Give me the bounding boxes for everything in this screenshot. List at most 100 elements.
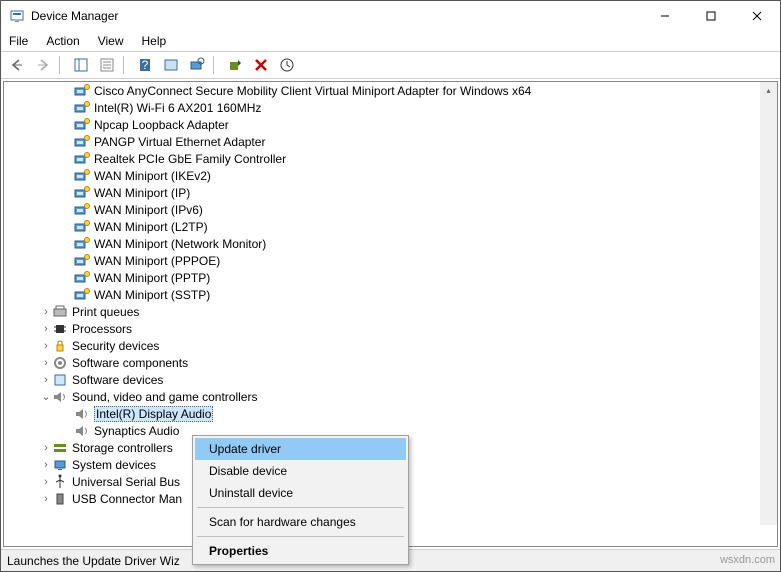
category-sound-video-game[interactable]: ⌄ Sound, video and game controllers (4, 388, 777, 405)
category-security-devices[interactable]: ›Security devices (4, 337, 777, 354)
ctx-disable-device[interactable]: Disable device (195, 460, 406, 482)
device-item[interactable]: Intel(R) Wi-Fi 6 AX201 160MHz (4, 99, 777, 116)
add-legacy-button[interactable] (223, 53, 247, 77)
close-button[interactable] (734, 1, 780, 31)
category-label: Universal Serial Bus (72, 475, 180, 489)
category-processors[interactable]: ›Processors (4, 320, 777, 337)
menu-file[interactable]: File (7, 34, 30, 48)
category-icon (52, 304, 68, 320)
category-software-devices[interactable]: › Software devices (4, 371, 777, 388)
status-text: Launches the Update Driver Wiz (7, 554, 180, 568)
scroll-up-arrow[interactable]: ▴ (760, 82, 777, 99)
forward-button[interactable] (31, 53, 55, 77)
device-item[interactable]: WAN Miniport (PPTP) (4, 269, 777, 286)
ctx-update-driver[interactable]: Update driver (195, 438, 406, 460)
device-label: WAN Miniport (L2TP) (94, 220, 208, 234)
device-label: Realtek PCIe GbE Family Controller (94, 152, 286, 166)
category-label: USB Connector Man (72, 492, 182, 506)
titlebar: Device Manager (1, 1, 780, 31)
network-adapter-icon (74, 185, 90, 201)
scan-hardware-button[interactable] (185, 53, 209, 77)
device-item[interactable]: Cisco AnyConnect Secure Mobility Client … (4, 82, 777, 99)
menu-action[interactable]: Action (44, 34, 81, 48)
device-item[interactable]: WAN Miniport (IP) (4, 184, 777, 201)
expander-icon[interactable]: ⌄ (40, 390, 52, 403)
maximize-button[interactable] (688, 1, 734, 31)
expander-icon[interactable]: › (40, 442, 52, 454)
category-print-queues[interactable]: › Print queues (4, 303, 777, 320)
back-button[interactable] (5, 53, 29, 77)
menu-view[interactable]: View (96, 34, 126, 48)
toolbar-separator (213, 56, 219, 74)
device-intel-display-audio[interactable]: Intel(R) Display Audio (4, 405, 777, 422)
menubar: File Action View Help (1, 31, 780, 51)
category-icon (52, 474, 68, 490)
device-item[interactable]: WAN Miniport (PPPOE) (4, 252, 777, 269)
ctx-uninstall-device[interactable]: Uninstall device (195, 482, 406, 504)
expander-icon[interactable]: › (40, 340, 52, 352)
category-software-components[interactable]: › Software components (4, 354, 777, 371)
device-label: WAN Miniport (SSTP) (94, 288, 210, 302)
category-label: Sound, video and game controllers (72, 390, 257, 404)
category-label: Software components (72, 356, 188, 370)
menu-help[interactable]: Help (140, 34, 169, 48)
device-item[interactable]: WAN Miniport (L2TP) (4, 218, 777, 235)
category-icon (52, 372, 68, 388)
category-icon (52, 355, 68, 371)
device-label: Npcap Loopback Adapter (94, 118, 229, 132)
category-label: Software devices (72, 373, 163, 387)
help-button[interactable]: ? (133, 53, 157, 77)
network-adapter-icon (74, 83, 90, 99)
speaker-icon (74, 406, 90, 422)
svg-text:?: ? (142, 58, 149, 72)
expander-icon[interactable]: › (40, 306, 52, 318)
device-label: WAN Miniport (Network Monitor) (94, 237, 266, 251)
category-icon (52, 321, 68, 337)
expander-icon[interactable]: › (40, 323, 52, 335)
category-icon (52, 389, 68, 405)
network-adapter-icon (74, 117, 90, 133)
device-manager-icon (9, 8, 25, 24)
update-button[interactable] (275, 53, 299, 77)
network-adapter-icon (74, 134, 90, 150)
expander-icon[interactable]: › (40, 476, 52, 488)
expander-icon[interactable]: › (40, 374, 52, 386)
device-item[interactable]: WAN Miniport (IPv6) (4, 201, 777, 218)
category-label: Print queues (72, 305, 139, 319)
network-adapter-icon (74, 168, 90, 184)
ctx-scan-hardware[interactable]: Scan for hardware changes (195, 511, 406, 533)
expander-icon[interactable]: › (40, 493, 52, 505)
device-label: WAN Miniport (PPPOE) (94, 254, 220, 268)
ctx-properties[interactable]: Properties (195, 540, 406, 562)
device-label: WAN Miniport (IKEv2) (94, 169, 211, 183)
network-adapter-icon (74, 202, 90, 218)
device-label: WAN Miniport (PPTP) (94, 271, 210, 285)
action-button[interactable] (159, 53, 183, 77)
properties-button[interactable] (95, 53, 119, 77)
uninstall-button[interactable] (249, 53, 273, 77)
toolbar: ? (1, 51, 780, 79)
window-controls (642, 1, 780, 31)
expander-icon[interactable]: › (40, 459, 52, 471)
device-item[interactable]: Npcap Loopback Adapter (4, 116, 777, 133)
device-label: PANGP Virtual Ethernet Adapter (94, 135, 265, 149)
device-label: Cisco AnyConnect Secure Mobility Client … (94, 84, 531, 98)
category-icon (52, 491, 68, 507)
toolbar-separator (123, 56, 129, 74)
minimize-button[interactable] (642, 1, 688, 31)
vertical-scrollbar[interactable]: ▴ (760, 82, 777, 525)
expander-icon[interactable]: › (40, 357, 52, 369)
network-adapter-icon (74, 219, 90, 235)
device-label: Intel(R) Display Audio (94, 406, 213, 422)
device-item[interactable]: Realtek PCIe GbE Family Controller (4, 150, 777, 167)
toolbar-separator (59, 56, 65, 74)
ctx-separator (197, 536, 404, 537)
device-item[interactable]: WAN Miniport (Network Monitor) (4, 235, 777, 252)
show-hide-tree-button[interactable] (69, 53, 93, 77)
device-item[interactable]: PANGP Virtual Ethernet Adapter (4, 133, 777, 150)
device-item[interactable]: WAN Miniport (SSTP) (4, 286, 777, 303)
device-item[interactable]: WAN Miniport (IKEv2) (4, 167, 777, 184)
device-label: Intel(R) Wi-Fi 6 AX201 160MHz (94, 101, 261, 115)
category-label: Storage controllers (72, 441, 173, 455)
category-icon (52, 338, 68, 354)
